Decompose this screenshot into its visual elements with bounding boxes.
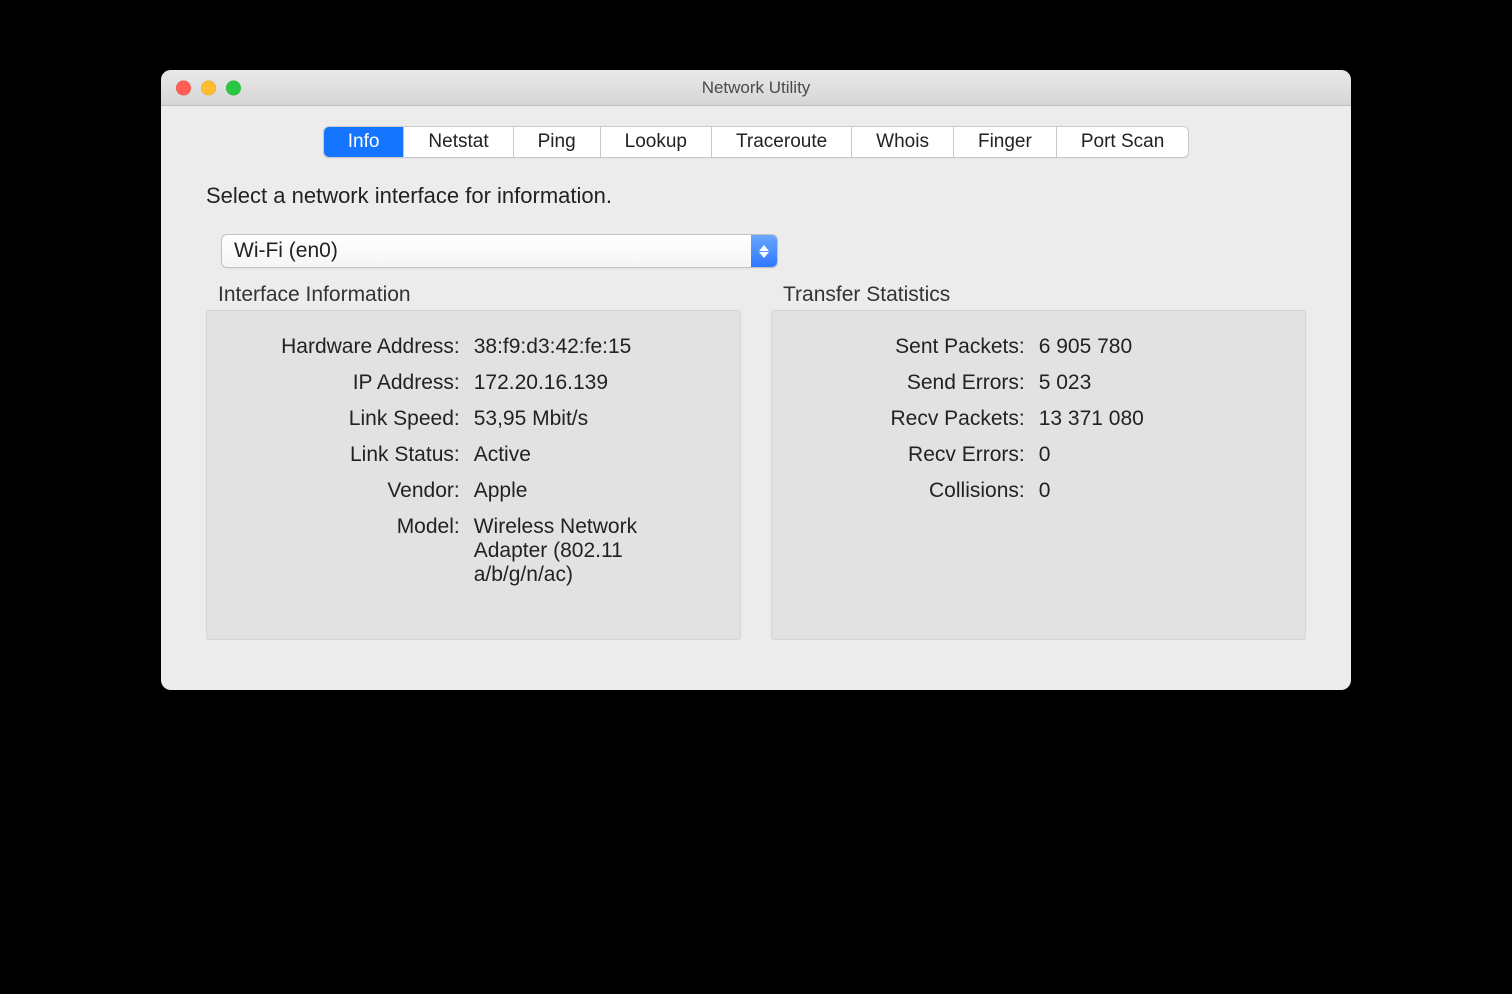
tab-netstat[interactable]: Netstat [404,127,513,157]
value-send-errors: 5 023 [1029,365,1283,401]
label-sent-packets: Sent Packets: [794,329,1029,365]
interface-select-value: Wi-Fi (en0) [222,235,751,267]
zoom-icon[interactable] [226,80,241,95]
label-hardware-address: Hardware Address: [229,329,464,365]
minimize-icon[interactable] [201,80,216,95]
chevron-up-down-icon [751,235,777,267]
row-vendor: Vendor: Apple [229,473,718,509]
value-recv-errors: 0 [1029,437,1283,473]
window-title: Network Utility [161,78,1351,98]
tab-traceroute[interactable]: Traceroute [712,127,852,157]
interface-select[interactable]: Wi-Fi (en0) [221,234,778,268]
interface-information-fieldset: Interface Information Hardware Address: … [206,283,741,640]
value-collisions: 0 [1029,473,1283,509]
row-recv-errors: Recv Errors: 0 [794,437,1283,473]
tab-lookup[interactable]: Lookup [601,127,712,157]
label-ip-address: IP Address: [229,365,464,401]
value-link-speed: 53,95 Mbit/s [464,401,718,437]
row-send-errors: Send Errors: 5 023 [794,365,1283,401]
close-icon[interactable] [176,80,191,95]
transfer-statistics-panel: Sent Packets: 6 905 780 Send Errors: 5 0… [771,310,1306,640]
interface-information-legend: Interface Information [206,283,741,310]
row-link-speed: Link Speed: 53,95 Mbit/s [229,401,718,437]
tabs-container: Info Netstat Ping Lookup Traceroute Whoi… [161,106,1351,183]
row-collisions: Collisions: 0 [794,473,1283,509]
row-link-status: Link Status: Active [229,437,718,473]
value-ip-address: 172.20.16.139 [464,365,718,401]
row-ip-address: IP Address: 172.20.16.139 [229,365,718,401]
value-sent-packets: 6 905 780 [1029,329,1283,365]
label-recv-packets: Recv Packets: [794,401,1029,437]
prompt-text: Select a network interface for informati… [206,183,1306,209]
value-link-status: Active [464,437,718,473]
value-vendor: Apple [464,473,718,509]
value-hardware-address: 38:f9:d3:42:fe:15 [464,329,718,365]
label-model: Model: [229,509,464,593]
window-controls [176,80,241,95]
tab-port-scan[interactable]: Port Scan [1057,127,1188,157]
row-recv-packets: Recv Packets: 13 371 080 [794,401,1283,437]
content: Select a network interface for informati… [161,183,1351,690]
transfer-statistics-fieldset: Transfer Statistics Sent Packets: 6 905 … [771,283,1306,640]
tab-finger[interactable]: Finger [954,127,1057,157]
value-model: Wireless Network Adapter (802.11 a/b/g/n… [464,509,718,593]
titlebar[interactable]: Network Utility [161,70,1351,106]
label-vendor: Vendor: [229,473,464,509]
tab-ping[interactable]: Ping [514,127,601,157]
value-recv-packets: 13 371 080 [1029,401,1283,437]
label-send-errors: Send Errors: [794,365,1029,401]
row-model: Model: Wireless Network Adapter (802.11 … [229,509,718,593]
interface-information-panel: Hardware Address: 38:f9:d3:42:fe:15 IP A… [206,310,741,640]
transfer-statistics-legend: Transfer Statistics [771,283,1306,310]
tab-whois[interactable]: Whois [852,127,954,157]
row-sent-packets: Sent Packets: 6 905 780 [794,329,1283,365]
row-hardware-address: Hardware Address: 38:f9:d3:42:fe:15 [229,329,718,365]
tabs: Info Netstat Ping Lookup Traceroute Whoi… [323,126,1190,158]
label-recv-errors: Recv Errors: [794,437,1029,473]
app-window: Network Utility Info Netstat Ping Lookup… [161,70,1351,690]
tab-info[interactable]: Info [324,127,405,157]
label-collisions: Collisions: [794,473,1029,509]
label-link-status: Link Status: [229,437,464,473]
label-link-speed: Link Speed: [229,401,464,437]
